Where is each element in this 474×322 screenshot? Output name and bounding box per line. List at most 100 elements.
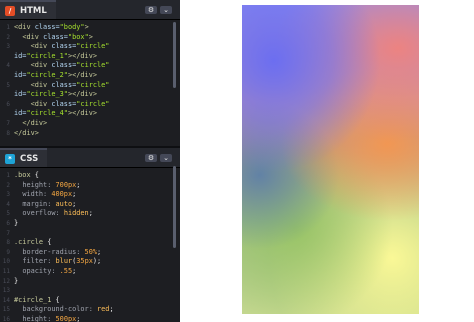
html-pane-actions: ⚙ ⌄ (145, 0, 180, 19)
code-token: ; (97, 247, 102, 256)
code-line[interactable]: 10 filter: blur(35px); (0, 257, 180, 267)
code-line[interactable]: 5 <div class= "circle" (0, 81, 180, 91)
code-token: class= (51, 61, 77, 70)
line-number: 1 (6, 172, 10, 179)
code-line[interactable]: 1 .box { (0, 171, 180, 181)
code-token: <div (30, 42, 52, 51)
chevron-down-icon[interactable]: ⌄ (160, 5, 172, 14)
code-token: "circle_1" (26, 51, 68, 60)
code-line[interactable]: 2 height: 700px; (0, 181, 180, 191)
gear-icon[interactable]: ⚙ (145, 5, 157, 14)
line-number: 12 (2, 277, 10, 285)
code-token: ></div> (67, 90, 97, 99)
line-number: 14 (2, 296, 10, 304)
code-line[interactable]: 7 </div> (0, 119, 180, 129)
code-token: </div> (14, 128, 39, 137)
code-line[interactable]: id= "circle_1" ></div> (0, 52, 180, 62)
code-token: } (14, 276, 19, 285)
code-token: 500px (55, 314, 77, 322)
code-line[interactable]: 6 <div class= "circle" (0, 100, 180, 110)
code-token: "circle" (76, 80, 110, 89)
gear-icon[interactable]: ⚙ (145, 153, 157, 162)
line-number (0, 109, 14, 119)
chevron-down-icon[interactable]: ⌄ (160, 153, 172, 162)
code-line[interactable]: 5 overflow: hidden; (0, 209, 180, 219)
code-token: height: (22, 314, 56, 322)
line-number: 15 (2, 306, 10, 314)
line-number (0, 71, 14, 81)
code-token: ; (76, 180, 81, 189)
code-line[interactable]: 11 opacity: .55; (0, 267, 180, 277)
code-token: filter: (22, 257, 56, 266)
code-line[interactable]: id= "circle_3" ></div> (0, 90, 180, 100)
code-token: class= (34, 23, 60, 31)
code-token: 35px (76, 257, 93, 266)
code-token: blur (55, 257, 73, 266)
code-token: ></div> (67, 109, 97, 118)
line-number: 4 (6, 200, 10, 208)
code-line[interactable]: 14 #circle_1 { (0, 296, 180, 306)
code-line[interactable]: 13 (0, 286, 180, 296)
line-number: 9 (6, 248, 10, 256)
code-token: <div (30, 99, 52, 108)
code-token: ></div> (67, 51, 97, 60)
code-token: ; (109, 305, 114, 314)
code-line[interactable]: 16 height: 500px; (0, 315, 180, 322)
code-line[interactable]: 7 (0, 229, 180, 239)
code-token: "circle" (76, 61, 110, 70)
code-line[interactable]: 15 background-color: red; (0, 305, 180, 315)
css-code-area[interactable]: 1 .box {2 height: 700px; 3 width: 400px; 4 … (0, 168, 180, 322)
code-token: red (97, 305, 110, 314)
code-token: ; (72, 190, 77, 199)
code-token: hidden (63, 209, 89, 218)
code-line[interactable]: 9 border-radius: 50%; (0, 248, 180, 258)
css-scrollbar[interactable] (173, 166, 176, 248)
code-line[interactable]: 3 <div class= "circle" (0, 42, 180, 52)
code-token: 400px (51, 190, 73, 199)
line-number: 11 (2, 267, 10, 275)
html-pane-tab[interactable]: / HTML (0, 0, 56, 19)
line-number: 6 (6, 219, 10, 227)
code-token: ; (72, 199, 77, 208)
line-number: 6 (6, 100, 10, 108)
code-token: overflow: (22, 209, 64, 218)
code-line[interactable]: id= "circle_4" ></div> (0, 109, 180, 119)
code-token: .55 (59, 266, 73, 275)
html-scrollbar[interactable] (173, 22, 176, 88)
code-line[interactable]: id= "circle_2" ></div> (0, 71, 180, 81)
code-line[interactable]: 8 </div> (0, 129, 180, 139)
css-pane-tab[interactable]: * CSS (0, 148, 48, 167)
line-number (0, 52, 14, 62)
html-pane-header: / HTML ⚙ ⌄ (0, 0, 180, 20)
code-line[interactable]: 3 width: 400px; (0, 190, 180, 200)
css-pane-actions: ⚙ ⌄ (145, 148, 180, 167)
code-line[interactable]: 4 margin: auto; (0, 200, 180, 210)
html-logo-icon: / (5, 5, 15, 16)
line-number (0, 90, 14, 100)
code-token: "circle" (76, 42, 110, 51)
code-line[interactable]: 8 .circle { (0, 238, 180, 248)
css-pane-header: * CSS ⚙ ⌄ (0, 148, 180, 168)
preview-panel (180, 0, 474, 322)
code-line[interactable]: 2 <div class= "box" > (0, 33, 180, 43)
code-token: <div (14, 23, 35, 31)
line-number: 4 (6, 62, 10, 70)
code-line[interactable]: 6} (0, 219, 180, 229)
html-code-area[interactable]: 1 <div class= "body" >2 <div class= "box" >3 … (0, 20, 180, 138)
code-token: background-color: (22, 305, 97, 314)
line-number: 8 (6, 239, 10, 247)
code-token: { (47, 238, 52, 247)
code-token: ; (76, 314, 81, 322)
code-token: } (14, 218, 19, 227)
code-token: <div (30, 80, 52, 89)
code-line[interactable]: 1 <div class= "body" > (0, 23, 180, 33)
code-token: <div (22, 32, 44, 41)
line-number: 2 (6, 181, 10, 189)
code-line[interactable]: 4 <div class= "circle" (0, 61, 180, 71)
code-line[interactable]: 12} (0, 277, 180, 287)
